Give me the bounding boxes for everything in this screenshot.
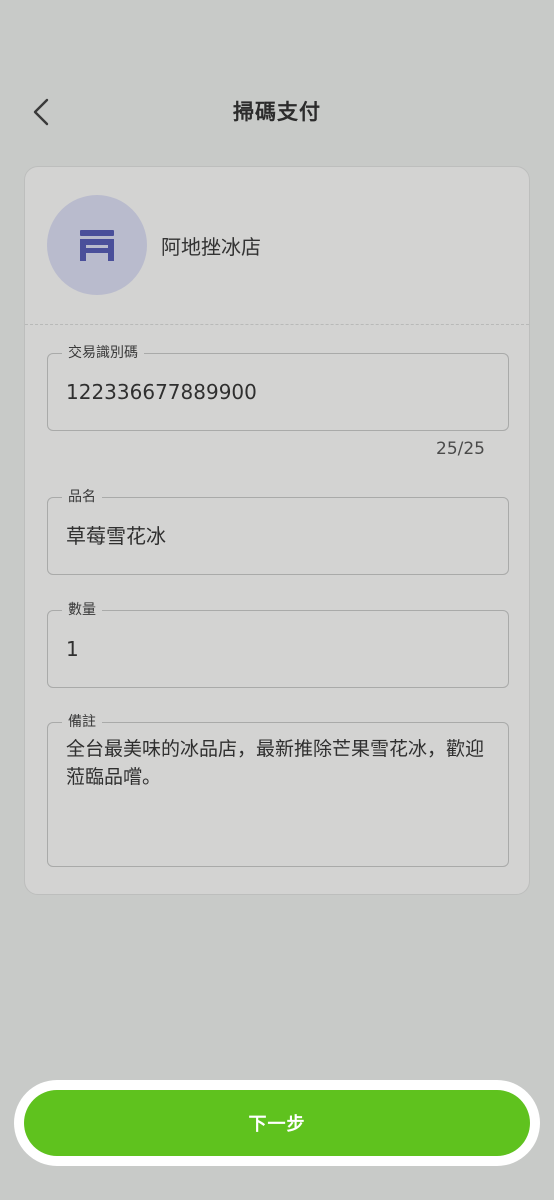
page-title: 掃碼支付 (233, 100, 321, 124)
next-button-container: 下一步 (14, 1080, 540, 1166)
next-button[interactable]: 下一步 (24, 1090, 530, 1156)
product-name-value[interactable]: 草莓雪花冰 (66, 522, 490, 550)
quantity-field[interactable]: 數量 1 (47, 600, 509, 688)
payment-card: 阿地挫冰店 交易識別碼 122336677889900 25/25 品名 草莓雪… (24, 166, 530, 895)
quantity-label: 數量 (62, 600, 102, 620)
store-name: 阿地挫冰店 (161, 235, 261, 259)
note-field[interactable]: 備註 全台最美味的冰品店，最新推除芒果雪花冰，歡迎蒞臨品嚐。 (47, 712, 509, 867)
quantity-value[interactable]: 1 (66, 635, 490, 663)
note-label: 備註 (62, 712, 102, 732)
transaction-id-field[interactable]: 交易識別碼 122336677889900 (47, 343, 509, 431)
store-avatar (47, 195, 147, 295)
note-value[interactable]: 全台最美味的冰品店，最新推除芒果雪花冰，歡迎蒞臨品嚐。 (66, 735, 490, 791)
top-bar: 掃碼支付 (0, 80, 554, 142)
transaction-id-label: 交易識別碼 (62, 343, 144, 363)
product-name-field[interactable]: 品名 草莓雪花冰 (47, 487, 509, 575)
storefront-icon (80, 230, 114, 261)
transaction-id-value[interactable]: 122336677889900 (66, 378, 490, 406)
character-counter: 25/25 (436, 439, 485, 459)
store-info: 阿地挫冰店 (25, 167, 529, 325)
product-name-label: 品名 (62, 487, 102, 507)
